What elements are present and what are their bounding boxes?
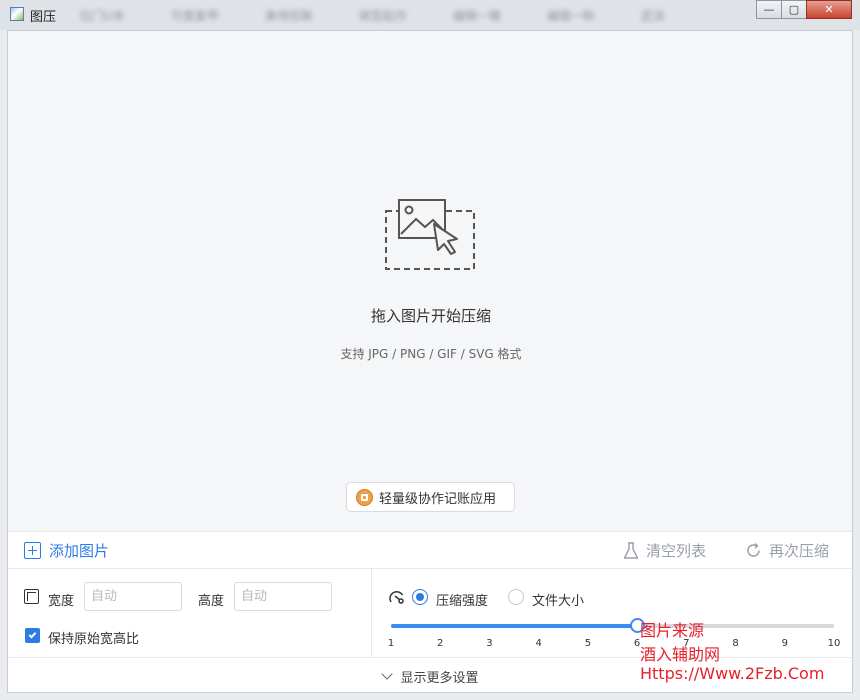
strength-slider[interactable]	[391, 618, 834, 633]
toolbar: 添加图片 清空列表 再次压缩	[8, 531, 852, 569]
slider-tick-label: 9	[781, 638, 788, 649]
add-image-label: 添加图片	[49, 542, 110, 560]
window-title: 图压	[30, 10, 57, 25]
slider-ticks: 1 2 3 4 5 6 7 8 9 10	[387, 638, 841, 652]
watermark-line: 图片来源	[640, 621, 705, 640]
slider-tick-label: 8	[732, 638, 739, 649]
drop-subtitle: 支持 JPG / PNG / GIF / SVG 格式	[340, 347, 522, 361]
maximize-icon: ▢	[788, 3, 800, 16]
background-tab: 美侍招联	[264, 9, 313, 23]
drop-title: 拖入图片开始压缩	[370, 307, 491, 325]
width-label: 宽度	[48, 594, 75, 609]
watermark-line: Https://Www.2Fzb.Com	[640, 664, 825, 683]
keep-ratio-checkbox[interactable]	[25, 628, 40, 643]
minimize-icon: —	[763, 3, 775, 16]
height-label: 高度	[198, 594, 225, 609]
background-tab: 编辑一桶	[452, 9, 501, 23]
mode-size-radio[interactable]	[508, 589, 524, 605]
background-tab: 可度复甲	[170, 9, 219, 23]
clear-list-label: 清空列表	[646, 542, 707, 560]
background-tab: 武派	[640, 9, 665, 23]
maximize-button[interactable]: ▢	[781, 0, 807, 19]
slider-fill	[391, 624, 638, 628]
settings-divider	[371, 569, 372, 657]
title-bar: 图压 拉门U本 可度复甲 美侍招联 继型起作 编辑一桶 编辑一盼 武派 — ▢ …	[0, 0, 860, 30]
app-icon	[10, 7, 24, 21]
refresh-icon	[747, 542, 760, 557]
resize-icon	[24, 589, 39, 604]
gauge-icon	[389, 591, 404, 604]
minimize-button[interactable]: —	[756, 0, 782, 19]
close-icon: ✕	[824, 3, 834, 16]
recompress-button[interactable]: 再次压缩	[745, 540, 829, 561]
app-badge-icon	[356, 488, 373, 506]
keep-ratio-label: 保持原始宽高比	[48, 632, 140, 647]
width-input[interactable]	[84, 582, 182, 611]
chevron-down-icon	[381, 667, 394, 680]
slider-tick-label: 3	[486, 638, 493, 649]
clear-list-button[interactable]: 清空列表	[623, 540, 706, 561]
slider-tick-label: 2	[437, 638, 444, 649]
background-tab: 继型起作	[358, 9, 407, 23]
slider-tick-label: 1	[387, 638, 395, 649]
image-drop-icon[interactable]	[385, 197, 479, 275]
window-controls: — ▢ ✕	[756, 0, 852, 19]
mode-strength-radio[interactable]	[412, 589, 428, 605]
slider-tick-label: 10	[827, 638, 841, 649]
close-button[interactable]: ✕	[806, 0, 852, 19]
add-image-button[interactable]: 添加图片	[24, 540, 109, 561]
show-more-label: 显示更多设置	[400, 670, 479, 686]
app-client-area: 拖入图片开始压缩 支持 JPG / PNG / GIF / SVG 格式 轻量级…	[7, 30, 853, 693]
mode-size-label: 文件大小	[532, 594, 585, 609]
watermark-line: 酒入辅助网	[640, 645, 721, 664]
mode-strength-label: 压缩强度	[436, 594, 489, 609]
background-tab: 编辑一盼	[546, 9, 595, 23]
recompress-label: 再次压缩	[769, 542, 830, 560]
slider-tick-label: 4	[535, 638, 542, 649]
flask-icon	[623, 541, 639, 559]
promo-label: 轻量级协作记账应用	[379, 491, 497, 507]
slider-tick-label: 5	[584, 638, 592, 649]
background-tab: 拉门U本	[80, 9, 125, 23]
plus-square-icon	[24, 542, 41, 559]
height-input[interactable]	[234, 582, 332, 611]
background-tabs: 拉门U本 可度复甲 美侍招联 继型起作 编辑一桶 编辑一盼 武派	[80, 7, 665, 24]
promo-button[interactable]: 轻量级协作记账应用	[346, 482, 515, 512]
